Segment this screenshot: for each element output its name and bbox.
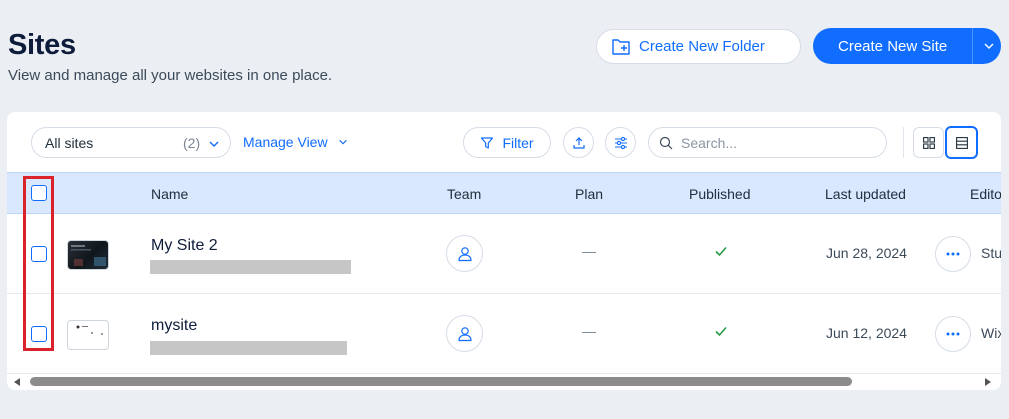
add-folder-icon — [612, 38, 630, 55]
filter-label: Filter — [502, 134, 534, 151]
column-header-editor: Edito — [970, 186, 1001, 202]
table-row[interactable]: My Site 2 — Jun 28, 2024 Stu — [7, 214, 1001, 294]
more-horizontal-icon — [946, 332, 960, 336]
scrollbar-thumb[interactable] — [30, 377, 852, 386]
page-title: Sites — [8, 29, 76, 61]
page-subtitle: View and manage all your websites in one… — [8, 67, 333, 84]
create-new-folder-label: Create New Folder — [639, 38, 765, 55]
sliders-icon — [614, 136, 627, 149]
sites-filter-dropdown[interactable]: All sites (2) — [31, 127, 231, 158]
last-updated-value: Jun 12, 2024 — [826, 325, 907, 341]
editor-value: Stu — [981, 245, 1001, 261]
scroll-right-arrow-icon[interactable] — [985, 378, 991, 386]
chevron-down-icon — [209, 141, 219, 147]
search-icon — [659, 136, 673, 149]
list-icon — [955, 136, 968, 149]
column-header-name[interactable]: Name — [151, 186, 188, 202]
column-header-published: Published — [689, 186, 751, 202]
table-row[interactable]: mysite — Jun 12, 2024 Wix — [7, 294, 1001, 374]
search-input[interactable] — [681, 134, 871, 151]
list-view-button[interactable] — [945, 126, 978, 159]
filter-icon — [481, 136, 494, 149]
editor-value: Wix — [981, 325, 1001, 341]
filter-button[interactable]: Filter — [463, 127, 551, 158]
toolbar-divider — [903, 127, 904, 158]
more-horizontal-icon — [946, 252, 960, 256]
upload-icon — [572, 136, 585, 149]
add-collaborator-icon — [457, 246, 472, 261]
sites-table-card: All sites (2) Manage View Filter Search.… — [7, 112, 1001, 390]
horizontal-scrollbar[interactable] — [7, 374, 1001, 390]
team-button[interactable] — [446, 315, 483, 352]
column-header-team: Team — [447, 186, 482, 202]
chevron-down-icon[interactable] — [983, 40, 995, 52]
customize-columns-button[interactable] — [605, 127, 636, 158]
chevron-down-icon — [338, 139, 347, 145]
column-header-last-updated[interactable]: Last updated — [825, 186, 906, 202]
scroll-left-arrow-icon[interactable] — [14, 378, 20, 386]
manage-view-label: Manage View — [243, 134, 328, 150]
site-name[interactable]: mysite — [151, 317, 197, 335]
redacted-site-url — [150, 260, 351, 274]
column-header-plan: Plan — [575, 186, 604, 202]
site-thumbnail[interactable] — [67, 240, 109, 270]
last-updated-value: Jun 28, 2024 — [826, 245, 907, 261]
plan-value: — — [582, 243, 596, 259]
site-thumbnail[interactable] — [67, 320, 109, 350]
plan-value: — — [582, 323, 596, 339]
website-preview-image — [76, 325, 103, 335]
create-new-site-button[interactable]: Create New Site — [813, 28, 1001, 64]
sites-filter-value: All sites — [45, 134, 94, 151]
button-divider — [972, 28, 973, 64]
table-header-row: Name Team Plan Published Last updated Ed… — [7, 172, 1001, 214]
grid-view-button[interactable] — [913, 127, 944, 158]
check-icon — [715, 246, 727, 257]
more-actions-button[interactable] — [935, 236, 971, 272]
search-field[interactable] — [648, 127, 887, 158]
sites-count: (2) — [183, 134, 201, 151]
grid-icon — [922, 136, 935, 149]
website-preview-image — [71, 245, 106, 266]
manage-view-button[interactable]: Manage View — [243, 134, 348, 150]
add-collaborator-icon — [457, 326, 472, 341]
create-new-site-label: Create New Site — [838, 37, 948, 55]
check-icon — [715, 326, 727, 337]
site-name[interactable]: My Site 2 — [151, 237, 218, 255]
export-button[interactable] — [563, 127, 594, 158]
create-new-folder-button[interactable]: Create New Folder — [596, 29, 801, 64]
redacted-site-url — [150, 341, 347, 355]
more-actions-button[interactable] — [935, 316, 971, 352]
checkbox-column-highlight — [23, 176, 54, 351]
team-button[interactable] — [446, 235, 483, 272]
